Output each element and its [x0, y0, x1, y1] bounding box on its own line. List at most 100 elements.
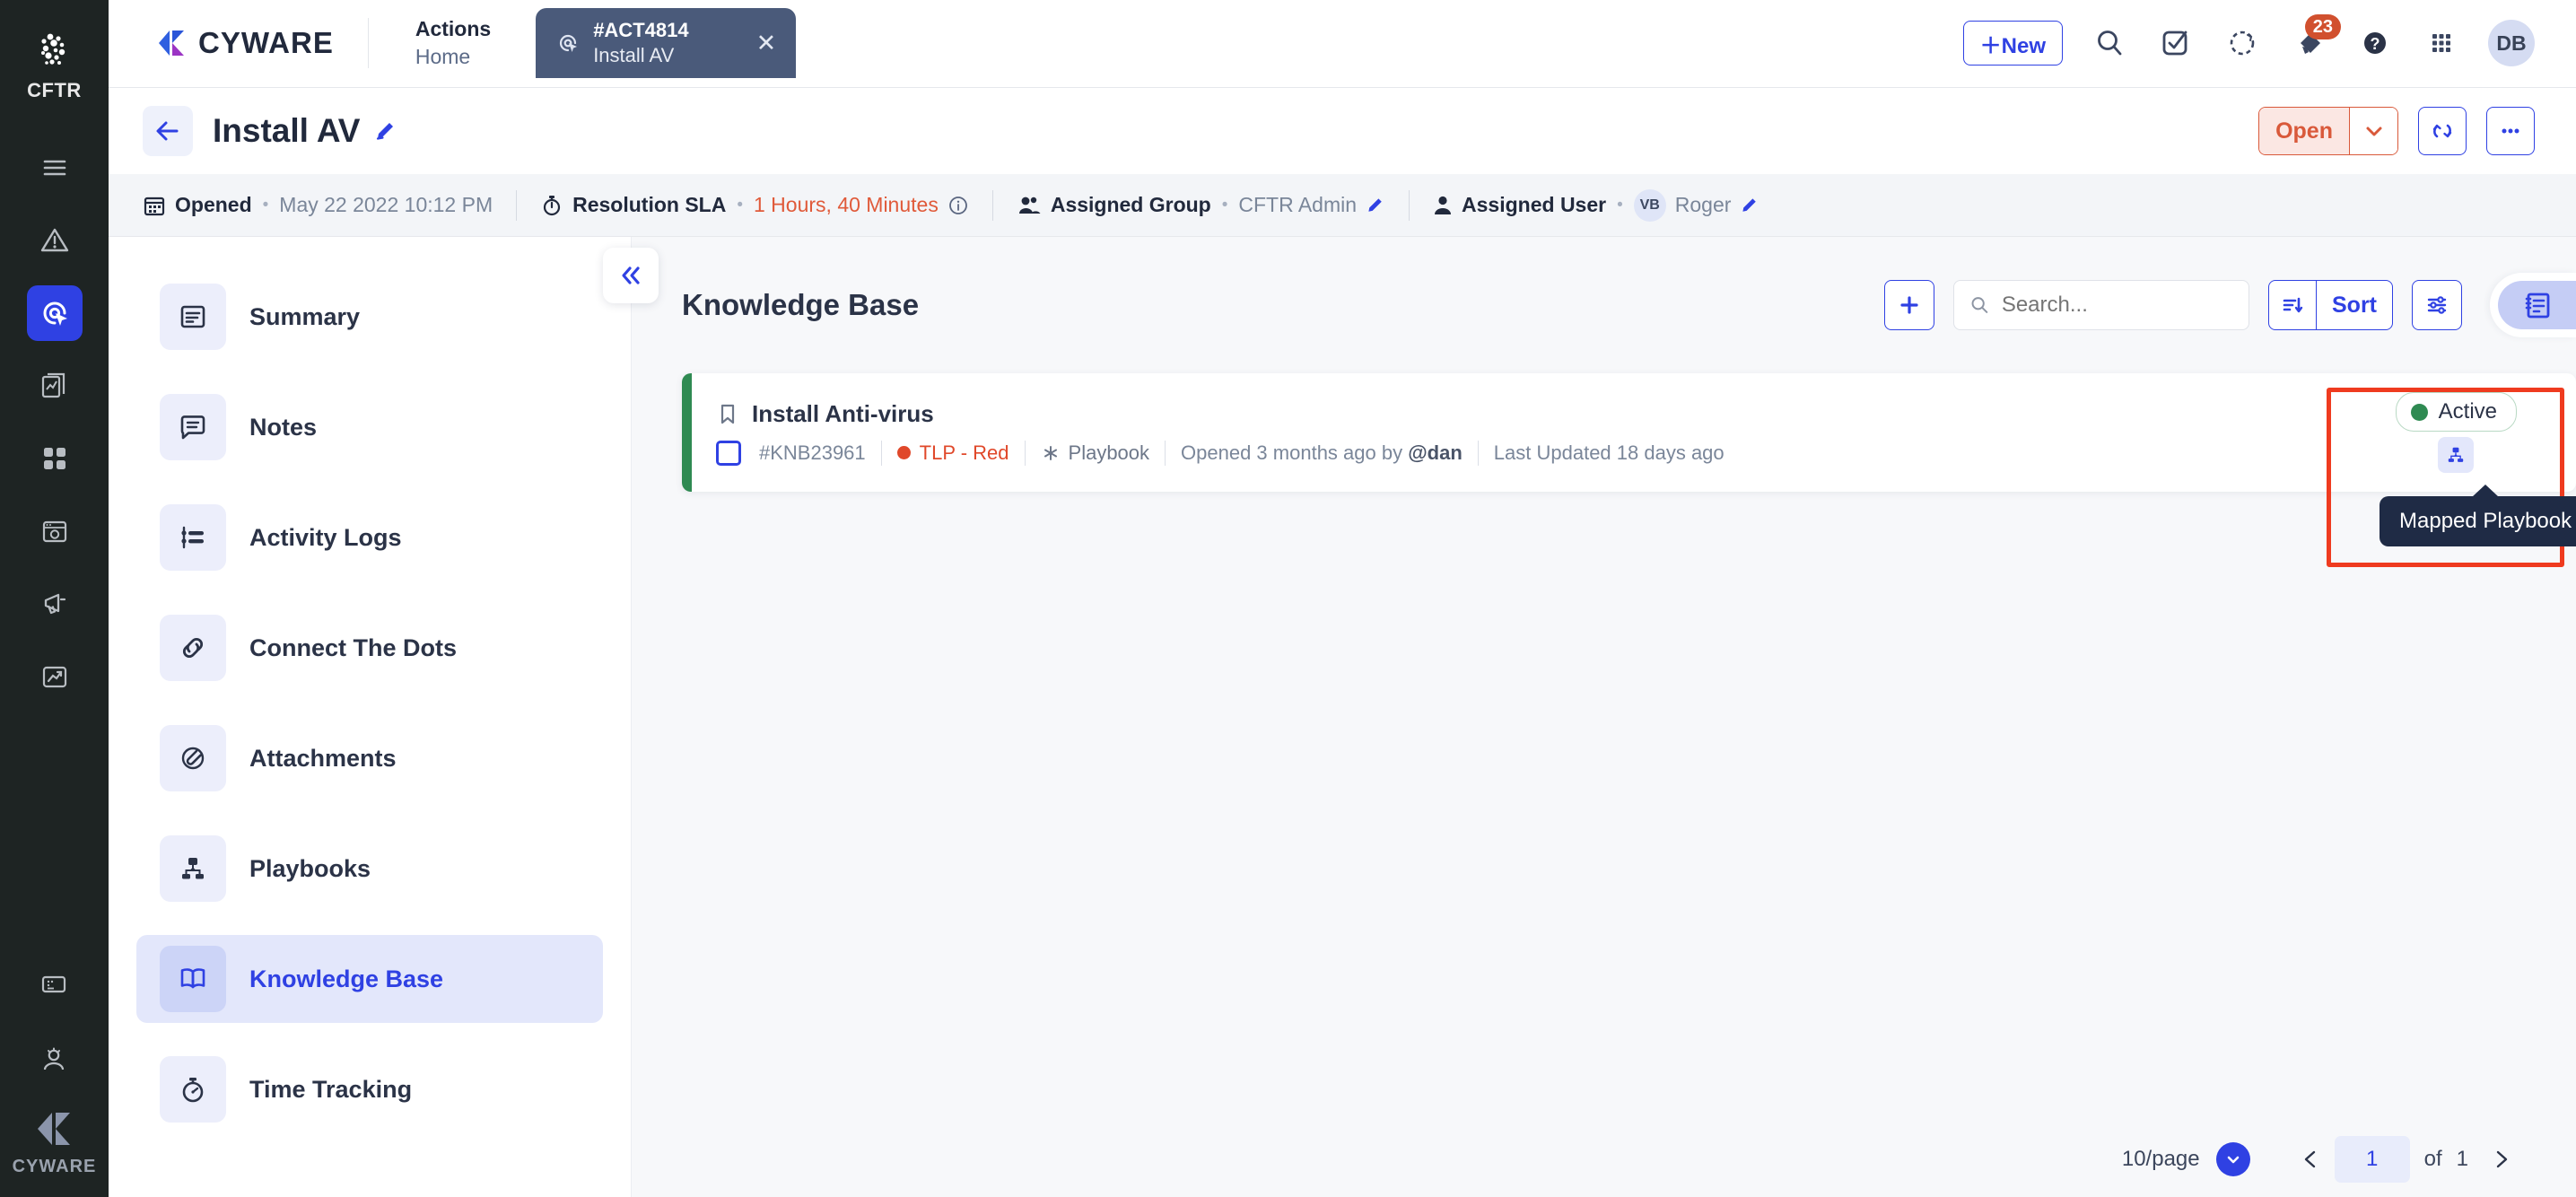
refresh-button[interactable]: [2418, 107, 2467, 155]
app-brand[interactable]: CYWARE: [155, 26, 334, 60]
tlp-badge: TLP - Red: [897, 441, 1009, 465]
pencil-edit-icon[interactable]: [1366, 196, 1385, 215]
search-button[interactable]: [2090, 23, 2129, 63]
kb-status-stripe: [682, 373, 692, 492]
playbook-flow-icon: [160, 835, 226, 902]
rail-brand-bottom-label: CYWARE: [13, 1157, 97, 1177]
pagination-of-label: of: [2424, 1147, 2442, 1172]
rail-item-alerts[interactable]: [27, 213, 83, 268]
sidebar-item-summary[interactable]: Summary: [136, 273, 603, 361]
open-document-tab[interactable]: #ACT4814 Install AV ✕: [536, 8, 796, 78]
section-sidebar: Summary Notes: [109, 237, 632, 1197]
sidebar-item-activity-logs[interactable]: Activity Logs: [136, 494, 603, 581]
kb-meta-separator: [1478, 441, 1479, 466]
meta-separator: [992, 190, 993, 221]
global-nav-rail: CFTR: [0, 0, 109, 1197]
rail-item-profile-settings[interactable]: [26, 1032, 82, 1088]
playbook-flow-icon: [2444, 443, 2467, 467]
more-options-button[interactable]: [2486, 107, 2535, 155]
rail-item-broadcast[interactable]: [27, 576, 83, 632]
next-page-button[interactable]: [2477, 1135, 2526, 1184]
kb-author[interactable]: @dan: [1408, 441, 1463, 465]
sort-lines-icon: [2269, 281, 2316, 329]
tasks-button[interactable]: [2156, 23, 2196, 63]
sidebar-item-attachments[interactable]: Attachments: [136, 714, 603, 802]
kb-updated-text: Last Updated 18 days ago: [1494, 441, 1725, 465]
search-box[interactable]: [1953, 280, 2249, 330]
current-page-input[interactable]: 1: [2335, 1136, 2410, 1183]
meta-group-value: CFTR Admin: [1238, 193, 1357, 217]
sidebar-item-time-tracking[interactable]: Time Tracking: [136, 1045, 603, 1133]
terminal-icon: [39, 969, 69, 1000]
per-page-select[interactable]: 10/page: [2122, 1142, 2250, 1176]
more-horizontal-icon: [2497, 118, 2524, 144]
meta-assigned-user: Assigned User • VB Roger: [1433, 189, 1760, 222]
apps-grid-button[interactable]: [2422, 23, 2461, 63]
kb-select-checkbox[interactable]: [716, 441, 741, 466]
content-toolbar: Sort: [1884, 273, 2576, 337]
open-book-icon: [160, 946, 226, 1012]
meta-opened-label: Opened: [175, 193, 252, 217]
stopwatch-icon: [540, 194, 563, 217]
rail-bottom-group: CYWARE: [13, 957, 97, 1197]
help-button[interactable]: ?: [2355, 23, 2395, 63]
meta-assigned-group: Assigned Group • CFTR Admin: [1017, 193, 1385, 217]
mapped-playbook-button[interactable]: [2438, 437, 2474, 473]
meta-dot: •: [263, 196, 269, 215]
back-button[interactable]: [143, 106, 193, 156]
chevrons-left-icon: [616, 260, 646, 291]
nav-actions-home[interactable]: Actions Home: [403, 17, 503, 69]
side-panel-toggle[interactable]: [2490, 273, 2576, 337]
rail-item-reports[interactable]: [27, 358, 83, 414]
activity-loading-button[interactable]: [2222, 23, 2262, 63]
new-button[interactable]: ＋New: [1963, 21, 2063, 66]
meta-sla-value: 1 Hours, 40 Minutes: [754, 193, 939, 217]
sidebar-item-knowledge-base[interactable]: Knowledge Base: [136, 935, 603, 1023]
loading-circle-icon: [2224, 25, 2260, 61]
info-circle-icon[interactable]: [947, 195, 969, 216]
tlp-label: TLP - Red: [920, 441, 1009, 465]
avatar[interactable]: DB: [2488, 20, 2535, 66]
sidebar-item-connect-the-dots[interactable]: Connect The Dots: [136, 604, 603, 692]
filter-button[interactable]: [2412, 280, 2462, 330]
status-dot-icon: [2411, 404, 2428, 421]
grid-apps-icon: [39, 443, 70, 474]
rail-item-automation[interactable]: [27, 503, 83, 559]
search-icon: [1969, 293, 1990, 317]
rail-item-console[interactable]: [26, 957, 82, 1012]
rail-item-actions[interactable]: [27, 285, 83, 341]
app-root: CFTR: [0, 0, 2576, 1197]
edit-title-button[interactable]: [374, 119, 397, 143]
rail-item-analytics[interactable]: [27, 649, 83, 704]
rail-item-menu[interactable]: [27, 140, 83, 196]
kb-meta-row: #KNB23961 TLP - Red: [716, 441, 1725, 466]
rail-brand-top: CFTR: [27, 31, 82, 102]
megaphone-icon: [39, 588, 71, 620]
arrow-left-icon: [153, 116, 183, 146]
kb-card-main: Install Anti-virus #KNB23961 TLP - Red: [682, 400, 1725, 466]
search-input[interactable]: [2002, 293, 2233, 318]
rail-item-apps[interactable]: [27, 431, 83, 486]
sidebar-item-label: Summary: [249, 303, 360, 331]
top-bar-actions: ＋New: [1963, 0, 2576, 87]
kb-meta-separator: [1025, 441, 1026, 466]
sort-button[interactable]: Sort: [2268, 280, 2393, 330]
bookmark-icon[interactable]: [716, 402, 739, 425]
meta-bar: Opened • May 22 2022 10:12 PM Resolution…: [109, 174, 2576, 237]
list-item[interactable]: Install Anti-virus #KNB23961 TLP - Red: [682, 373, 2576, 492]
apps-grid-icon: [2424, 26, 2458, 60]
chevron-down-icon[interactable]: [2349, 108, 2397, 154]
close-icon[interactable]: ✕: [756, 31, 777, 56]
pencil-edit-icon[interactable]: [1740, 196, 1760, 215]
sidebar-item-notes[interactable]: Notes: [136, 383, 603, 471]
group-icon: [1017, 194, 1042, 217]
status-dropdown[interactable]: Open: [2258, 107, 2398, 155]
tasks-check-icon: [2158, 25, 2194, 61]
meta-separator: [1409, 190, 1410, 221]
add-kb-button[interactable]: [1884, 280, 1934, 330]
collapse-sidebar-button[interactable]: [603, 248, 659, 303]
sidebar-item-label: Knowledge Base: [249, 965, 443, 993]
notifications-button[interactable]: 23: [2289, 23, 2328, 63]
sidebar-item-playbooks[interactable]: Playbooks: [136, 825, 603, 913]
prev-page-button[interactable]: [2286, 1135, 2335, 1184]
